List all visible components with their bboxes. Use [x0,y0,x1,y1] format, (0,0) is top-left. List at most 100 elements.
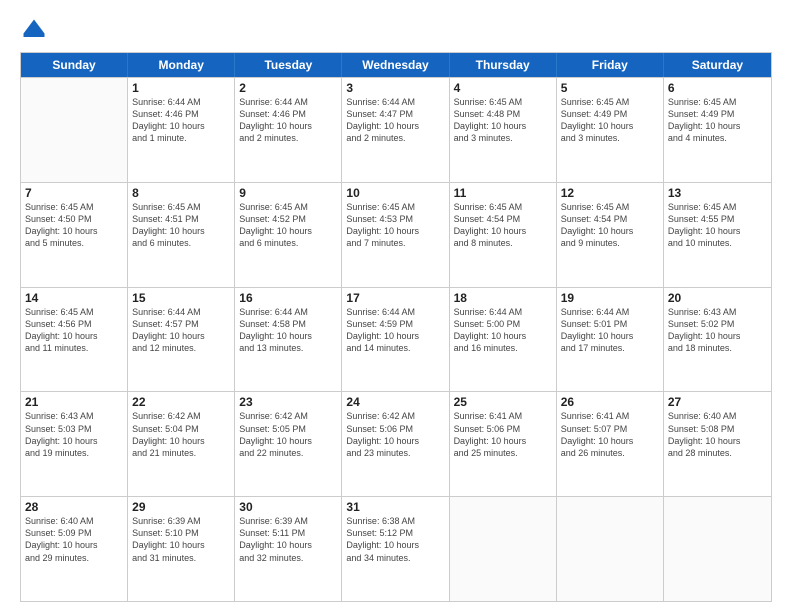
day-number: 22 [132,395,230,409]
calendar-cell-2-4: 10Sunrise: 6:45 AMSunset: 4:53 PMDayligh… [342,183,449,287]
calendar-week-4: 21Sunrise: 6:43 AMSunset: 5:03 PMDayligh… [21,391,771,496]
day-number: 28 [25,500,123,514]
day-info: Sunrise: 6:45 AMSunset: 4:48 PMDaylight:… [454,96,552,145]
day-info: Sunrise: 6:45 AMSunset: 4:51 PMDaylight:… [132,201,230,250]
day-number: 7 [25,186,123,200]
day-number: 31 [346,500,444,514]
day-number: 2 [239,81,337,95]
calendar-cell-3-5: 18Sunrise: 6:44 AMSunset: 5:00 PMDayligh… [450,288,557,392]
calendar-cell-4-6: 26Sunrise: 6:41 AMSunset: 5:07 PMDayligh… [557,392,664,496]
header-sunday: Sunday [21,53,128,77]
calendar-cell-4-3: 23Sunrise: 6:42 AMSunset: 5:05 PMDayligh… [235,392,342,496]
day-number: 12 [561,186,659,200]
day-info: Sunrise: 6:40 AMSunset: 5:09 PMDaylight:… [25,515,123,564]
calendar-cell-3-2: 15Sunrise: 6:44 AMSunset: 4:57 PMDayligh… [128,288,235,392]
calendar-cell-3-7: 20Sunrise: 6:43 AMSunset: 5:02 PMDayligh… [664,288,771,392]
calendar-cell-1-7: 6Sunrise: 6:45 AMSunset: 4:49 PMDaylight… [664,78,771,182]
calendar-cell-4-1: 21Sunrise: 6:43 AMSunset: 5:03 PMDayligh… [21,392,128,496]
day-number: 26 [561,395,659,409]
day-number: 9 [239,186,337,200]
day-number: 20 [668,291,767,305]
day-info: Sunrise: 6:39 AMSunset: 5:10 PMDaylight:… [132,515,230,564]
day-number: 4 [454,81,552,95]
calendar-cell-5-1: 28Sunrise: 6:40 AMSunset: 5:09 PMDayligh… [21,497,128,601]
day-number: 10 [346,186,444,200]
calendar-cell-5-4: 31Sunrise: 6:38 AMSunset: 5:12 PMDayligh… [342,497,449,601]
day-number: 3 [346,81,444,95]
day-number: 6 [668,81,767,95]
day-number: 29 [132,500,230,514]
calendar-cell-1-2: 1Sunrise: 6:44 AMSunset: 4:46 PMDaylight… [128,78,235,182]
header-friday: Friday [557,53,664,77]
calendar-cell-5-6 [557,497,664,601]
day-info: Sunrise: 6:42 AMSunset: 5:06 PMDaylight:… [346,410,444,459]
day-number: 18 [454,291,552,305]
calendar-cell-2-5: 11Sunrise: 6:45 AMSunset: 4:54 PMDayligh… [450,183,557,287]
day-info: Sunrise: 6:45 AMSunset: 4:54 PMDaylight:… [561,201,659,250]
calendar-cell-5-3: 30Sunrise: 6:39 AMSunset: 5:11 PMDayligh… [235,497,342,601]
calendar-week-5: 28Sunrise: 6:40 AMSunset: 5:09 PMDayligh… [21,496,771,601]
day-number: 13 [668,186,767,200]
day-info: Sunrise: 6:41 AMSunset: 5:07 PMDaylight:… [561,410,659,459]
day-info: Sunrise: 6:40 AMSunset: 5:08 PMDaylight:… [668,410,767,459]
header-monday: Monday [128,53,235,77]
day-info: Sunrise: 6:44 AMSunset: 4:58 PMDaylight:… [239,306,337,355]
day-info: Sunrise: 6:45 AMSunset: 4:55 PMDaylight:… [668,201,767,250]
calendar-cell-3-3: 16Sunrise: 6:44 AMSunset: 4:58 PMDayligh… [235,288,342,392]
calendar-cell-2-7: 13Sunrise: 6:45 AMSunset: 4:55 PMDayligh… [664,183,771,287]
calendar-cell-2-1: 7Sunrise: 6:45 AMSunset: 4:50 PMDaylight… [21,183,128,287]
calendar-cell-4-5: 25Sunrise: 6:41 AMSunset: 5:06 PMDayligh… [450,392,557,496]
day-info: Sunrise: 6:42 AMSunset: 5:04 PMDaylight:… [132,410,230,459]
day-info: Sunrise: 6:44 AMSunset: 5:00 PMDaylight:… [454,306,552,355]
day-number: 11 [454,186,552,200]
logo [20,16,52,44]
day-number: 24 [346,395,444,409]
calendar-cell-3-4: 17Sunrise: 6:44 AMSunset: 4:59 PMDayligh… [342,288,449,392]
calendar-body: 1 Sunrise: 6:44 AMSunset: 4:46 PMDaylight… [21,77,771,601]
calendar-cell-1-5: 4Sunrise: 6:45 AMSunset: 4:48 PMDaylight… [450,78,557,182]
calendar-cell-5-5 [450,497,557,601]
day-info: Sunrise: 6:45 AMSunset: 4:50 PMDaylight:… [25,201,123,250]
calendar-cell-1-6: 5Sunrise: 6:45 AMSunset: 4:49 PMDaylight… [557,78,664,182]
day-number: 1 [132,81,230,95]
day-number: 23 [239,395,337,409]
calendar-cell-3-1: 14Sunrise: 6:45 AMSunset: 4:56 PMDayligh… [21,288,128,392]
day-info: Sunrise: 6:43 AMSunset: 5:03 PMDaylight:… [25,410,123,459]
header-tuesday: Tuesday [235,53,342,77]
day-number: 17 [346,291,444,305]
day-info: Sunrise: 6:44 AMSunset: 4:47 PMDaylight:… [346,96,444,145]
day-info: Sunrise: 6:44 AMSunset: 4:46 PMDaylight:… [239,96,337,145]
day-info: Sunrise: 6:45 AMSunset: 4:49 PMDaylight:… [561,96,659,145]
calendar-cell-2-2: 8Sunrise: 6:45 AMSunset: 4:51 PMDaylight… [128,183,235,287]
day-info: Sunrise: 6:38 AMSunset: 5:12 PMDaylight:… [346,515,444,564]
day-info: Sunrise: 6:44 AMSunset: 4:57 PMDaylight:… [132,306,230,355]
calendar-cell-2-6: 12Sunrise: 6:45 AMSunset: 4:54 PMDayligh… [557,183,664,287]
header-thursday: Thursday [450,53,557,77]
calendar: Sunday Monday Tuesday Wednesday Thursday… [20,52,772,602]
day-info: Sunrise: 6:44 AMSunset: 5:01 PMDaylight:… [561,306,659,355]
calendar-cell-4-7: 27Sunrise: 6:40 AMSunset: 5:08 PMDayligh… [664,392,771,496]
day-number: 25 [454,395,552,409]
day-info: Sunrise: 6:45 AMSunset: 4:52 PMDaylight:… [239,201,337,250]
day-info: Sunrise: 6:41 AMSunset: 5:06 PMDaylight:… [454,410,552,459]
day-info: Sunrise: 6:45 AMSunset: 4:54 PMDaylight:… [454,201,552,250]
day-number: 8 [132,186,230,200]
calendar-cell-2-3: 9Sunrise: 6:45 AMSunset: 4:52 PMDaylight… [235,183,342,287]
day-number: 16 [239,291,337,305]
day-info: Sunrise: 6:39 AMSunset: 5:11 PMDaylight:… [239,515,337,564]
calendar-header: Sunday Monday Tuesday Wednesday Thursday… [21,53,771,77]
calendar-cell-4-4: 24Sunrise: 6:42 AMSunset: 5:06 PMDayligh… [342,392,449,496]
calendar-week-3: 14Sunrise: 6:45 AMSunset: 4:56 PMDayligh… [21,287,771,392]
header-wednesday: Wednesday [342,53,449,77]
header-saturday: Saturday [664,53,771,77]
calendar-week-1: 1 Sunrise: 6:44 AMSunset: 4:46 PMDaylight… [21,77,771,182]
calendar-cell-3-6: 19Sunrise: 6:44 AMSunset: 5:01 PMDayligh… [557,288,664,392]
day-info: Sunrise: 6:45 AMSunset: 4:49 PMDaylight:… [668,96,767,145]
day-number: 30 [239,500,337,514]
day-info: Sunrise: 6:44 AMSunset: 4:59 PMDaylight:… [346,306,444,355]
day-number: 21 [25,395,123,409]
day-info: Sunrise: 6:43 AMSunset: 5:02 PMDaylight:… [668,306,767,355]
calendar-cell-1-1 [21,78,128,182]
day-number: 19 [561,291,659,305]
calendar-cell-1-3: 2Sunrise: 6:44 AMSunset: 4:46 PMDaylight… [235,78,342,182]
